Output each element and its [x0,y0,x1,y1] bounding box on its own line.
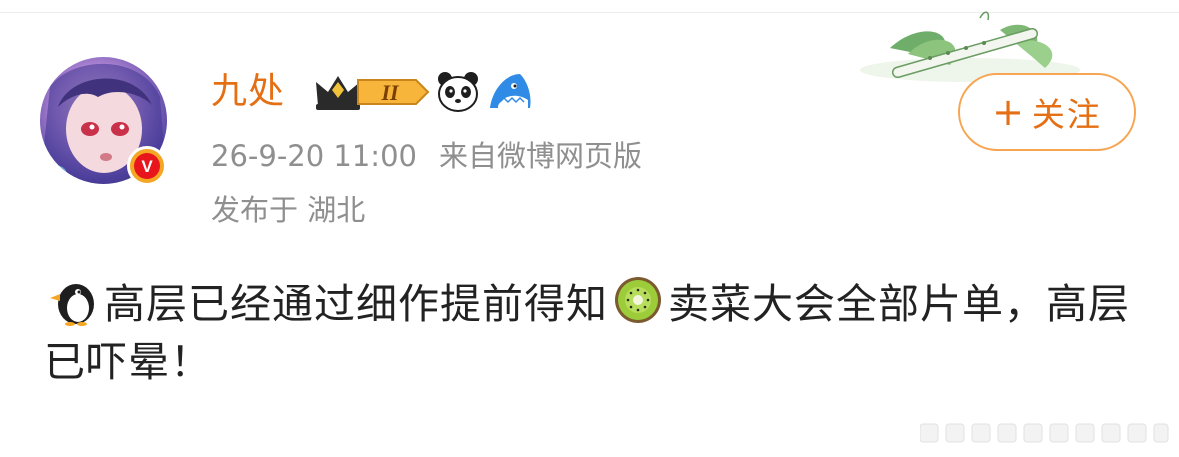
follow-button[interactable]: + 关注 [958,73,1136,151]
verified-v-icon: V [127,146,167,186]
kiwi-emoji-icon [615,277,661,323]
page-indicator [920,423,1169,443]
penguin-emoji-icon [50,284,94,326]
crown-level-badge-icon: II [316,76,430,110]
post-text-part1: 高层已经通过细作提前得知 [104,280,608,328]
shark-icon [490,74,531,108]
username-link[interactable]: 九处 [211,70,285,114]
post-time[interactable]: 26-9-20 11:00 [211,139,417,173]
svg-text:II: II [380,80,400,105]
panda-icon [438,72,478,112]
post-location: 发布于 湖北 [211,193,366,227]
post-source: 来自微博网页版 [438,139,642,173]
svg-text:V: V [141,157,153,176]
follow-label: 关注 [1031,95,1102,134]
post-content: 高层已经通过细作提前得知 卖菜大会全部片单，高层已吓晕！ [44,274,1144,391]
plus-icon: + [992,90,1026,134]
post-meta: 26-9-20 11:00 来自微博网页版 [211,136,642,176]
